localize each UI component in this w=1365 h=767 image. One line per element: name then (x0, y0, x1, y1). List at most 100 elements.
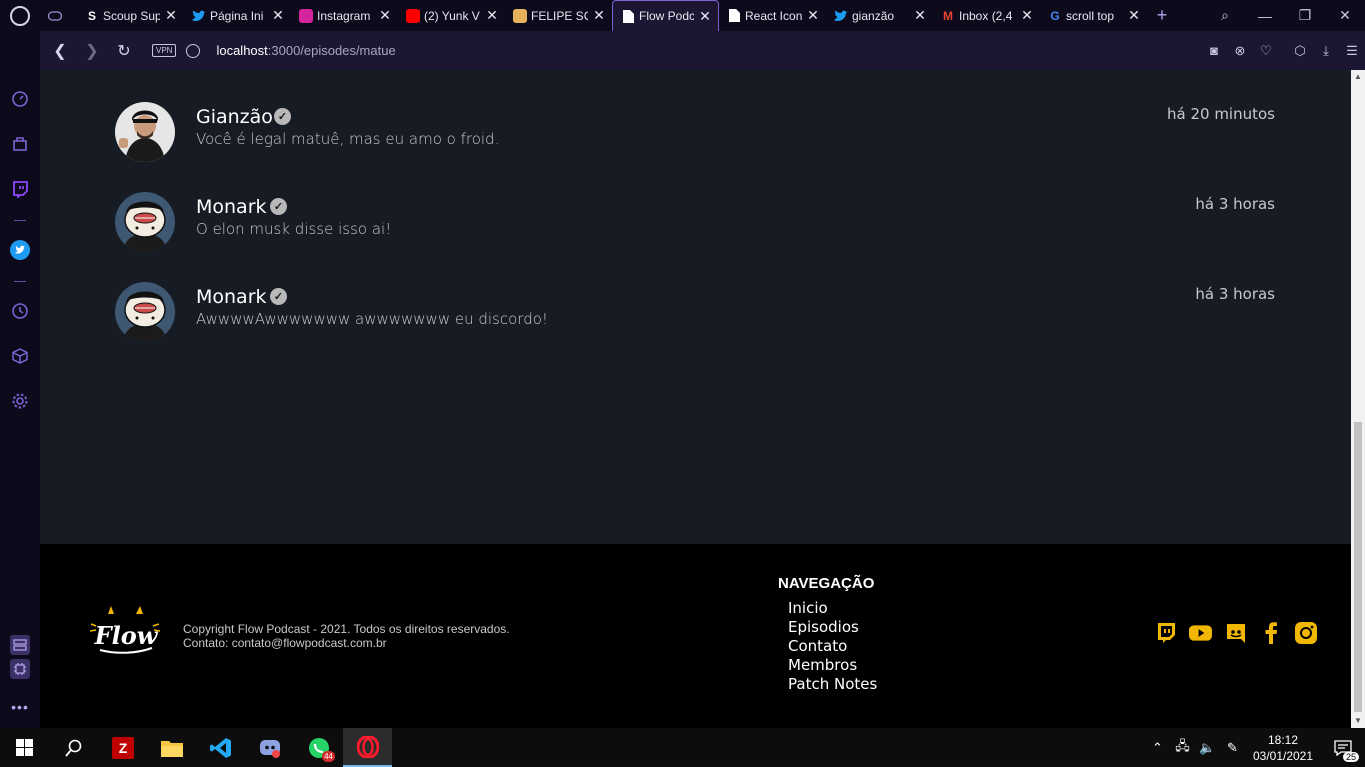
address-bar: ❮ ❯ ↻ VPN localhost:3000/episodes/matue … (40, 31, 1365, 70)
youtube-icon (406, 8, 420, 23)
windows-taskbar: Z 44 ⌃ 🖧 🔈 ✎ 18:12 03/01/2021 25 (0, 728, 1365, 767)
restore-button[interactable]: ❐ (1285, 7, 1325, 24)
browser-tab[interactable]: FELIPE SO ✕ (505, 0, 612, 31)
browser-tab[interactable]: S Scoup Sup ✕ (77, 0, 184, 31)
copyright-text: Copyright Flow Podcast - 2021. Todos os … (183, 622, 510, 636)
comment-text: O elon musk disse isso ai! (196, 220, 392, 238)
taskbar-clock[interactable]: 18:12 03/01/2021 (1245, 732, 1321, 764)
url-field[interactable]: localhost:3000/episodes/matue (216, 43, 395, 58)
tab-close-icon[interactable]: ✕ (698, 8, 712, 25)
bookmark-heart-icon[interactable]: ♡ (1253, 43, 1279, 59)
settings-gear-icon[interactable] (10, 391, 30, 411)
tab-close-icon[interactable]: ✕ (913, 7, 927, 24)
adblock-icon[interactable]: ⊗ (1227, 43, 1253, 59)
gamepad-icon (48, 9, 62, 23)
twitter-icon (834, 9, 848, 23)
browser-tab[interactable]: Gscroll top ✕ (1040, 0, 1147, 31)
more-options-icon[interactable]: ••• (10, 697, 30, 717)
youtube-icon[interactable] (1189, 621, 1212, 644)
search-icon[interactable] (49, 728, 98, 767)
tab-close-icon[interactable]: ✕ (592, 7, 606, 24)
avatar[interactable] (115, 282, 175, 342)
cpu-icon[interactable] (10, 659, 30, 679)
volume-icon[interactable]: 🔈 (1195, 740, 1220, 756)
start-button[interactable] (0, 728, 49, 767)
footer-nav-link[interactable]: Patch Notes (788, 675, 877, 694)
back-button[interactable]: ❮ (44, 41, 76, 61)
instagram-icon[interactable] (1294, 621, 1317, 644)
verified-check-icon: ✓ (274, 108, 291, 125)
tab-close-icon[interactable]: ✕ (378, 7, 392, 24)
snapshot-icon[interactable]: ◙ (1201, 43, 1227, 58)
clock-time: 18:12 (1267, 732, 1299, 747)
tab-label: Página Ini (210, 8, 264, 23)
twitch-icon[interactable] (1154, 621, 1177, 644)
browser-sidebar: ••• (0, 31, 40, 728)
extensions-icon[interactable] (10, 346, 30, 366)
new-tab-button[interactable]: + (1147, 5, 1177, 26)
opera-menu-icon[interactable] (0, 0, 40, 31)
tab-close-icon[interactable]: ✕ (1020, 7, 1034, 24)
browser-tab[interactable]: M Inbox (2,4 ✕ (933, 0, 1040, 31)
tab-close-icon[interactable]: ✕ (1127, 7, 1141, 24)
browser-tab[interactable]: (2) Yunk V ✕ (398, 0, 505, 31)
footer-nav-link[interactable]: Inicio (788, 599, 877, 618)
forward-button[interactable]: ❯ (76, 41, 108, 61)
cube-icon[interactable]: ⬡ (1287, 43, 1313, 59)
notification-center-icon[interactable]: 25 (1321, 739, 1365, 762)
downloads-icon[interactable]: ⤓ (1313, 43, 1339, 59)
browser-tab[interactable]: Flow Podc ✕ (612, 0, 719, 31)
scroll-up-arrow[interactable]: ▲ (1351, 70, 1365, 84)
easy-setup-icon[interactable]: ☰ (1339, 43, 1365, 59)
filezilla-icon[interactable]: Z (98, 728, 147, 767)
site-info-icon[interactable] (186, 43, 201, 58)
tray-chevron-up-icon[interactable]: ⌃ (1145, 740, 1170, 756)
close-window-button[interactable]: ✕ (1325, 7, 1365, 24)
discord-icon[interactable] (1224, 621, 1247, 644)
flow-podcast-logo[interactable]: Flow (89, 604, 162, 660)
tab-label: Inbox (2,4 (959, 8, 1013, 23)
page-scrollbar[interactable]: ▲ ▼ (1351, 70, 1365, 728)
browser-tab[interactable]: Página Ini ✕ (184, 0, 291, 31)
footer-nav-link[interactable]: Membros (788, 656, 877, 675)
vpn-badge[interactable]: VPN (152, 44, 177, 57)
shopping-icon[interactable] (10, 134, 30, 154)
tab-close-icon[interactable]: ✕ (806, 7, 820, 24)
twitch-icon[interactable] (10, 179, 30, 199)
comment-text: AwwwwAwwwwwww awwwwwww eu discordo! (196, 310, 548, 328)
speed-dial-icon[interactable] (10, 89, 30, 109)
vscode-icon[interactable] (196, 728, 245, 767)
comment-author: Monark (196, 286, 267, 308)
footer-nav-link[interactable]: Episodios (788, 618, 877, 637)
history-icon[interactable] (10, 301, 30, 321)
tab-label: gianzão (852, 8, 895, 23)
tab-close-icon[interactable]: ✕ (164, 7, 178, 24)
tab-label: Flow Podc (639, 9, 694, 23)
file-explorer-icon[interactable] (147, 728, 196, 767)
scrollbar-thumb[interactable] (1354, 422, 1362, 712)
pen-icon[interactable]: ✎ (1220, 740, 1245, 756)
verified-check-icon: ✓ (270, 198, 287, 215)
search-tabs-icon[interactable]: ⌕ (1205, 7, 1245, 24)
opera-taskbar-icon[interactable] (343, 728, 392, 767)
browser-tab[interactable]: Instagram ✕ (291, 0, 398, 31)
browser-tab[interactable]: React Icon ✕ (719, 0, 826, 31)
twitter-icon[interactable] (10, 240, 30, 260)
reload-button[interactable]: ↻ (108, 41, 140, 61)
hardware-monitor-icon[interactable] (10, 635, 30, 655)
avatar[interactable] (115, 102, 175, 162)
tab-close-icon[interactable]: ✕ (271, 7, 285, 24)
svg-text:Z: Z (118, 740, 127, 756)
facebook-icon[interactable] (1259, 621, 1282, 644)
instagram-icon (299, 8, 313, 23)
whatsapp-icon[interactable]: 44 (294, 728, 343, 767)
network-icon[interactable]: 🖧 (1170, 737, 1195, 759)
browser-tab[interactable]: gianzão ✕ (826, 0, 933, 31)
scroll-down-arrow[interactable]: ▼ (1351, 714, 1365, 728)
minimize-button[interactable]: — (1245, 8, 1285, 24)
tab-close-icon[interactable]: ✕ (485, 7, 499, 24)
discord-app-icon[interactable] (245, 728, 294, 767)
footer-nav-link[interactable]: Contato (788, 637, 877, 656)
avatar[interactable] (115, 192, 175, 252)
browser-tab[interactable] (40, 0, 77, 31)
